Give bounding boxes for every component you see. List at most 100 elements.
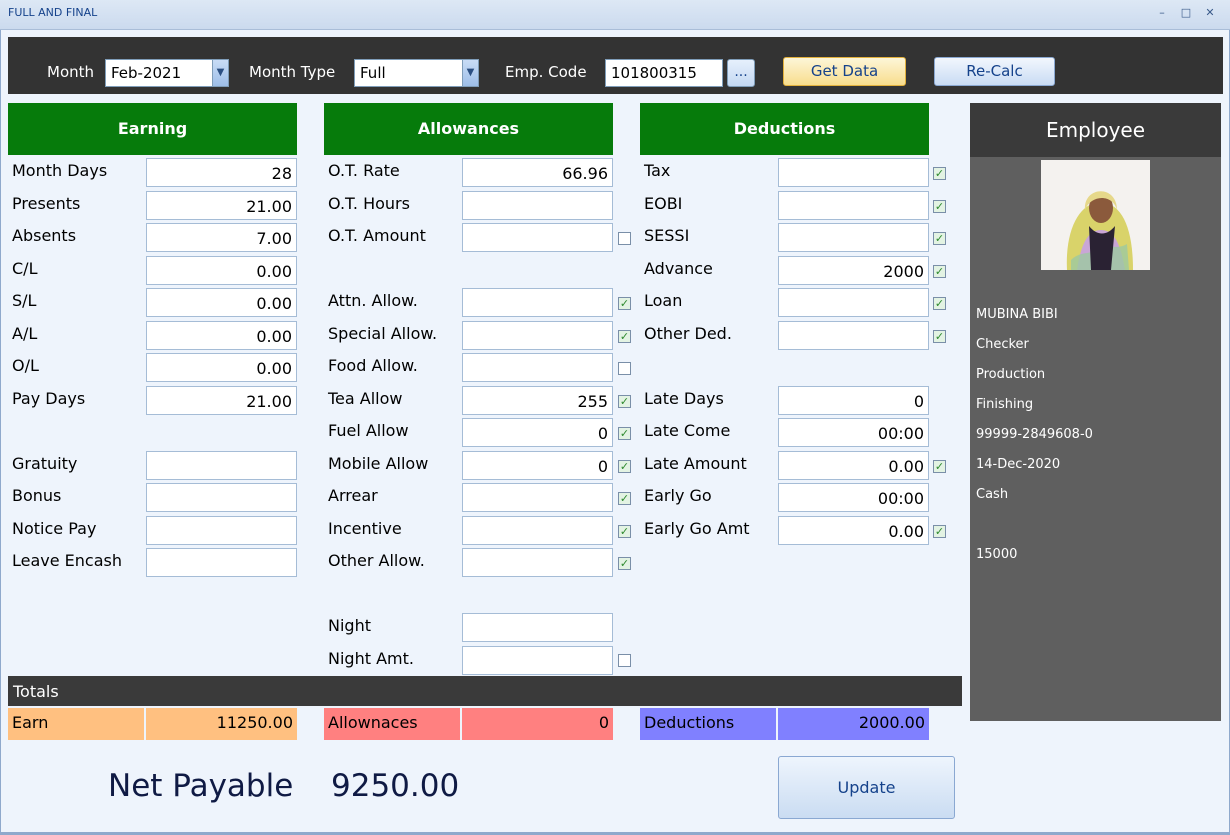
employee-section: Finishing <box>976 397 1034 412</box>
early-go-field[interactable]: 00:00 <box>778 483 929 512</box>
browse-button[interactable]: ... <box>727 59 755 87</box>
mobile-allow-label: Mobile Allow <box>328 454 429 473</box>
mobile-allow-field[interactable]: 0 <box>462 451 613 480</box>
notice-pay-field[interactable] <box>146 516 297 545</box>
early-go-amt-label: Early Go Amt <box>644 519 750 538</box>
late-amount-field[interactable]: 0.00 <box>778 451 929 480</box>
chevron-down-icon[interactable]: ▼ <box>212 60 228 86</box>
presents-label: Presents <box>12 194 81 213</box>
special-allow-label: Special Allow. <box>328 324 438 343</box>
late-come-label: Late Come <box>644 421 731 440</box>
other-allow-checkbox[interactable]: ✓ <box>618 557 631 570</box>
chevron-down-icon[interactable]: ▼ <box>462 60 478 86</box>
presents-field[interactable]: 21.00 <box>146 191 297 220</box>
night-amt-field[interactable] <box>462 646 613 675</box>
employee-photo <box>1041 160 1150 270</box>
other-ded-checkbox[interactable]: ✓ <box>933 330 946 343</box>
month-type-label: Month Type <box>249 63 336 81</box>
employee-cnic: 99999-2849608-0 <box>976 427 1093 442</box>
food-allow-field[interactable] <box>462 353 613 382</box>
early-go-label: Early Go <box>644 486 712 505</box>
late-days-field[interactable]: 0 <box>778 386 929 415</box>
ot-amount-checkbox[interactable] <box>618 232 631 245</box>
mobile-allow-checkbox[interactable]: ✓ <box>618 460 631 473</box>
ot-hours-field[interactable] <box>462 191 613 220</box>
ol-label: O/L <box>12 356 39 375</box>
early-go-amt-checkbox[interactable]: ✓ <box>933 525 946 538</box>
month-type-select[interactable]: Full ▼ <box>354 59 479 87</box>
attn-allow-label: Attn. Allow. <box>328 291 418 310</box>
tax-checkbox[interactable]: ✓ <box>933 167 946 180</box>
incentive-checkbox[interactable]: ✓ <box>618 525 631 538</box>
early-go-amt-field[interactable]: 0.00 <box>778 516 929 545</box>
late-amount-label: Late Amount <box>644 454 747 473</box>
special-allow-field[interactable] <box>462 321 613 350</box>
advance-field[interactable]: 2000 <box>778 256 929 285</box>
other-ded-field[interactable] <box>778 321 929 350</box>
night-amt-checkbox[interactable] <box>618 654 631 667</box>
attn-allow-field[interactable] <box>462 288 613 317</box>
sessi-checkbox[interactable]: ✓ <box>933 232 946 245</box>
month-select[interactable]: Feb-2021 ▼ <box>105 59 229 87</box>
al-field[interactable]: 0.00 <box>146 321 297 350</box>
ot-amount-field[interactable] <box>462 223 613 252</box>
pay-days-field[interactable]: 21.00 <box>146 386 297 415</box>
late-come-field[interactable]: 00:00 <box>778 418 929 447</box>
other-allow-label: Other Allow. <box>328 551 425 570</box>
fuel-allow-field[interactable]: 0 <box>462 418 613 447</box>
employee-salary: 15000 <box>976 547 1018 562</box>
bonus-field[interactable] <box>146 483 297 512</box>
attn-allow-checkbox[interactable]: ✓ <box>618 297 631 310</box>
arrear-checkbox[interactable]: ✓ <box>618 492 631 505</box>
notice-pay-label: Notice Pay <box>12 519 97 538</box>
employee-header: Employee <box>970 103 1221 157</box>
month-days-label: Month Days <box>12 161 108 180</box>
night-amt-label: Night Amt. <box>328 649 414 668</box>
absents-field[interactable]: 7.00 <box>146 223 297 252</box>
loan-label: Loan <box>644 291 683 310</box>
allowances-total-value: 0 <box>462 708 613 740</box>
employee-name: MUBINA BIBI <box>976 307 1058 322</box>
incentive-field[interactable] <box>462 516 613 545</box>
food-allow-label: Food Allow. <box>328 356 418 375</box>
sl-field[interactable]: 0.00 <box>146 288 297 317</box>
late-amount-checkbox[interactable]: ✓ <box>933 460 946 473</box>
emp-code-input[interactable]: 101800315 <box>605 59 723 87</box>
tax-field[interactable] <box>778 158 929 187</box>
net-payable-label: Net Payable <box>108 768 294 804</box>
leave-encash-field[interactable] <box>146 548 297 577</box>
update-button[interactable]: Update <box>778 756 955 819</box>
ol-field[interactable]: 0.00 <box>146 353 297 382</box>
get-data-button[interactable]: Get Data <box>783 57 906 86</box>
allowances-header: Allowances <box>324 103 613 155</box>
special-allow-checkbox[interactable]: ✓ <box>618 330 631 343</box>
month-days-field[interactable]: 28 <box>146 158 297 187</box>
fuel-allow-checkbox[interactable]: ✓ <box>618 427 631 440</box>
ot-amount-label: O.T. Amount <box>328 226 426 245</box>
gratuity-field[interactable] <box>146 451 297 480</box>
sessi-field[interactable] <box>778 223 929 252</box>
tea-allow-checkbox[interactable]: ✓ <box>618 395 631 408</box>
al-label: A/L <box>12 324 38 343</box>
eobi-field[interactable] <box>778 191 929 220</box>
employee-date: 14-Dec-2020 <box>976 457 1061 472</box>
emp-code-label: Emp. Code <box>505 63 587 81</box>
window-title: FULL AND FINAL <box>8 6 98 19</box>
advance-checkbox[interactable]: ✓ <box>933 265 946 278</box>
tea-allow-field[interactable]: 255 <box>462 386 613 415</box>
loan-checkbox[interactable]: ✓ <box>933 297 946 310</box>
pay-days-label: Pay Days <box>12 389 86 408</box>
close-icon[interactable]: ✕ <box>1200 4 1220 22</box>
ot-rate-field[interactable]: 66.96 <box>462 158 613 187</box>
arrear-field[interactable] <box>462 483 613 512</box>
recalc-button[interactable]: Re-Calc <box>934 57 1055 86</box>
maximize-icon[interactable]: □ <box>1176 4 1196 22</box>
night-field[interactable] <box>462 613 613 642</box>
other-allow-field[interactable] <box>462 548 613 577</box>
loan-field[interactable] <box>778 288 929 317</box>
food-allow-checkbox[interactable] <box>618 362 631 375</box>
eobi-checkbox[interactable]: ✓ <box>933 200 946 213</box>
minimize-icon[interactable]: – <box>1152 4 1172 22</box>
earning-header: Earning <box>8 103 297 155</box>
cl-field[interactable]: 0.00 <box>146 256 297 285</box>
